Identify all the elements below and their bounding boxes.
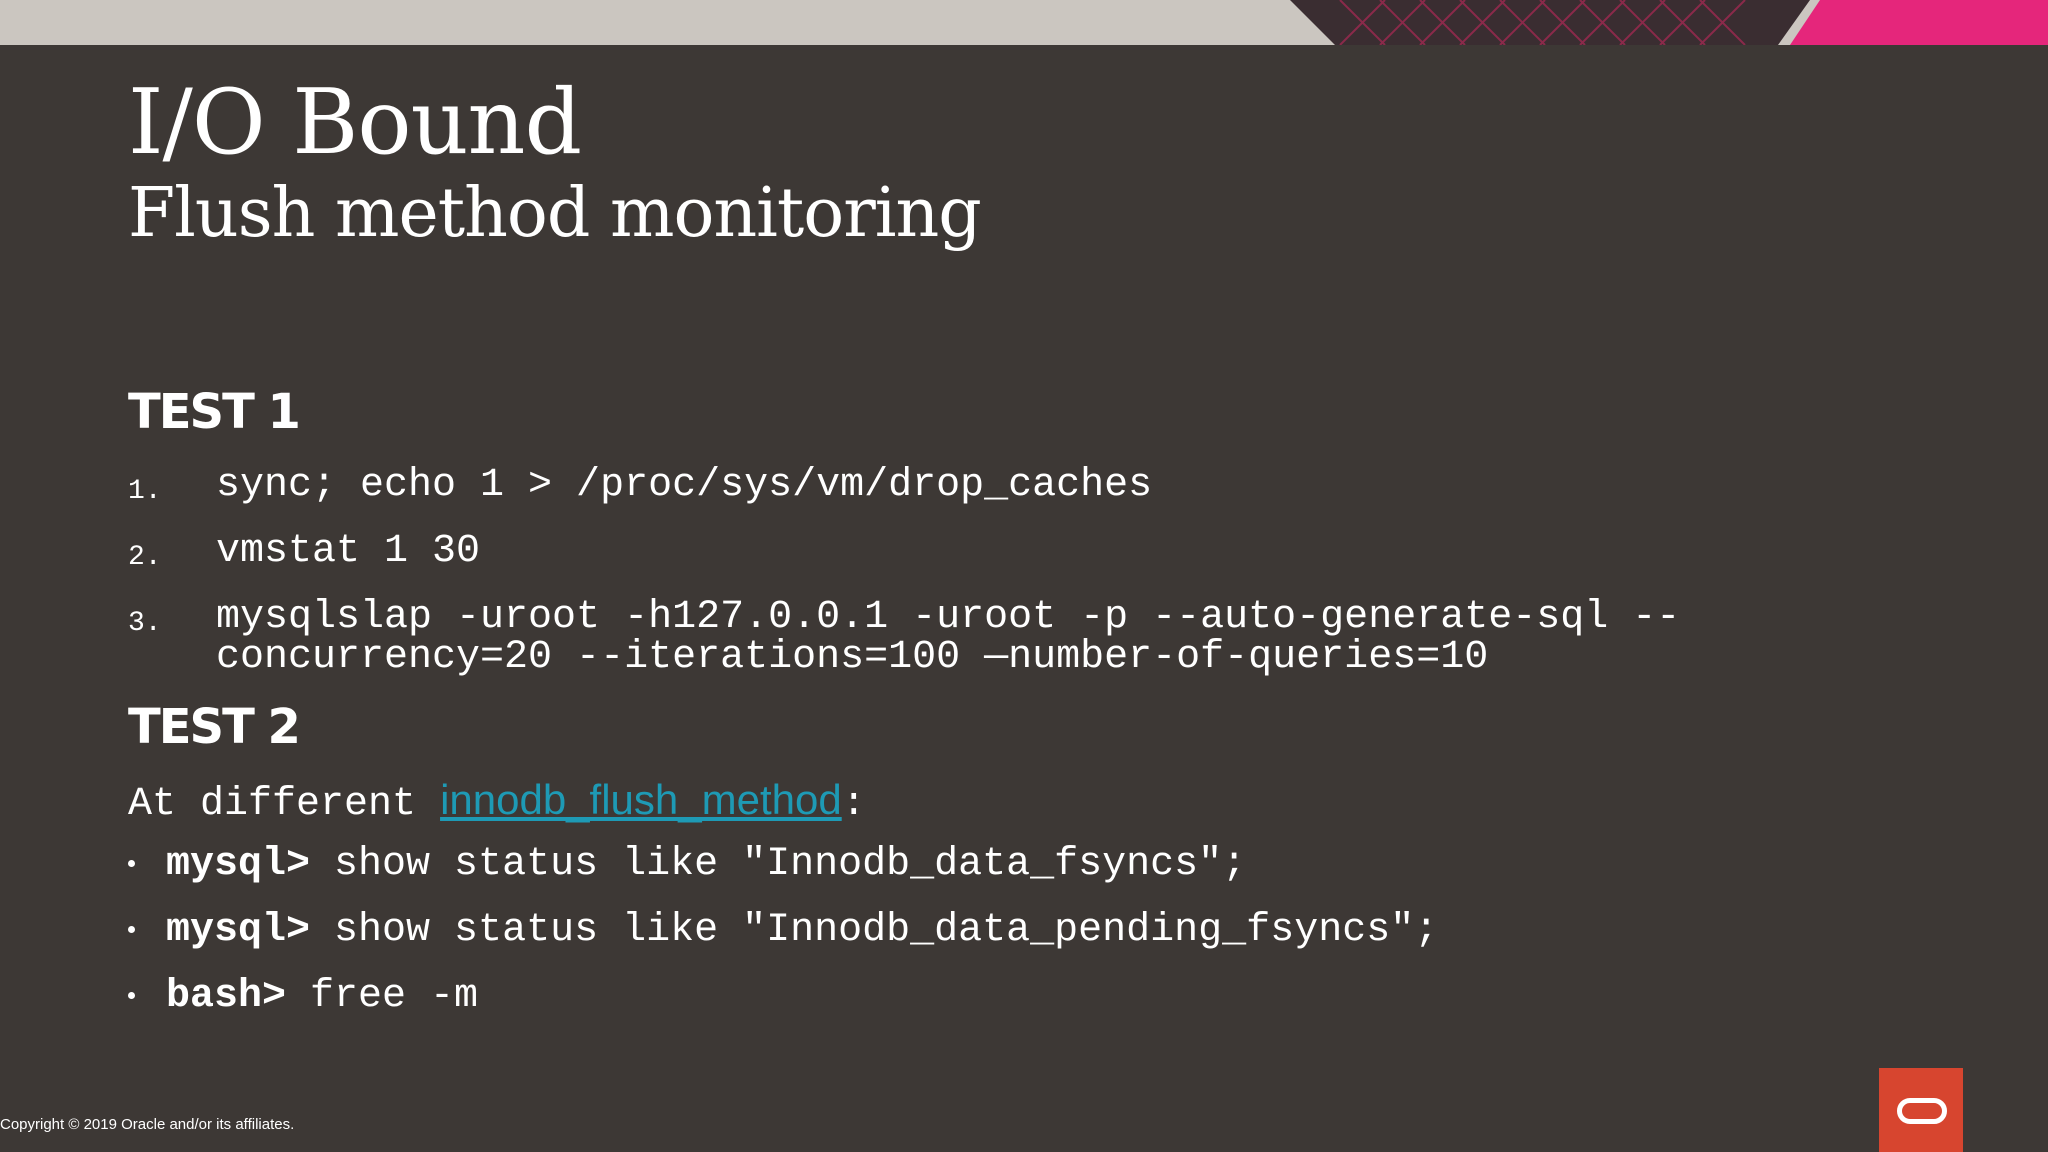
step-number: 2. bbox=[128, 542, 162, 573]
bullet-prompt: mysql> bbox=[166, 842, 311, 887]
bullet-prompt: bash> bbox=[166, 974, 287, 1019]
slide-title: I/O Bound bbox=[128, 70, 582, 175]
copyright-notice: Copyright © 2019 Oracle and/or its affil… bbox=[0, 1116, 295, 1133]
step-command: sync; echo 1 > /proc/sys/vm/drop_caches bbox=[216, 463, 1153, 508]
step-command-line-2: concurrency=20 --iterations=100 —number-… bbox=[216, 635, 1489, 680]
slide: I/O Bound Flush method monitoring TEST 1… bbox=[0, 0, 2048, 1152]
test1-heading: TEST 1 bbox=[128, 384, 301, 440]
bullet-text: mysql> show status like "Innodb_data_pen… bbox=[166, 908, 1438, 953]
oracle-logo-icon bbox=[1879, 1068, 1963, 1152]
bullet-command: show status like "Innodb_data_pending_fs… bbox=[310, 908, 1439, 953]
bullet-icon bbox=[128, 860, 135, 867]
test2-intro: At different innodb_flush_method: bbox=[128, 776, 866, 827]
step-command: vmstat 1 30 bbox=[216, 529, 481, 574]
step-command-line-1: mysqlslap -uroot -h127.0.0.1 -uroot -p -… bbox=[216, 595, 1681, 640]
intro-text: At different bbox=[128, 782, 441, 827]
intro-colon: : bbox=[841, 782, 866, 827]
logo-ring-shape bbox=[1897, 1098, 1947, 1124]
step-number: 1. bbox=[128, 476, 162, 507]
bullet-command: free -m bbox=[286, 974, 479, 1019]
bullet-icon bbox=[128, 926, 135, 933]
innodb-flush-method-link[interactable]: innodb_flush_method bbox=[440, 776, 842, 823]
bullet-icon bbox=[128, 992, 135, 999]
bullet-command: show status like "Innodb_data_fsyncs"; bbox=[310, 842, 1247, 887]
bullet-text: mysql> show status like "Innodb_data_fsy… bbox=[166, 842, 1246, 887]
bullet-text: bash> free -m bbox=[166, 974, 478, 1019]
top-decorative-pattern bbox=[1290, 0, 2048, 45]
bullet-prompt: mysql> bbox=[166, 908, 311, 953]
test2-heading: TEST 2 bbox=[128, 699, 301, 755]
slide-subtitle: Flush method monitoring bbox=[128, 174, 982, 253]
step-number: 3. bbox=[128, 608, 162, 639]
